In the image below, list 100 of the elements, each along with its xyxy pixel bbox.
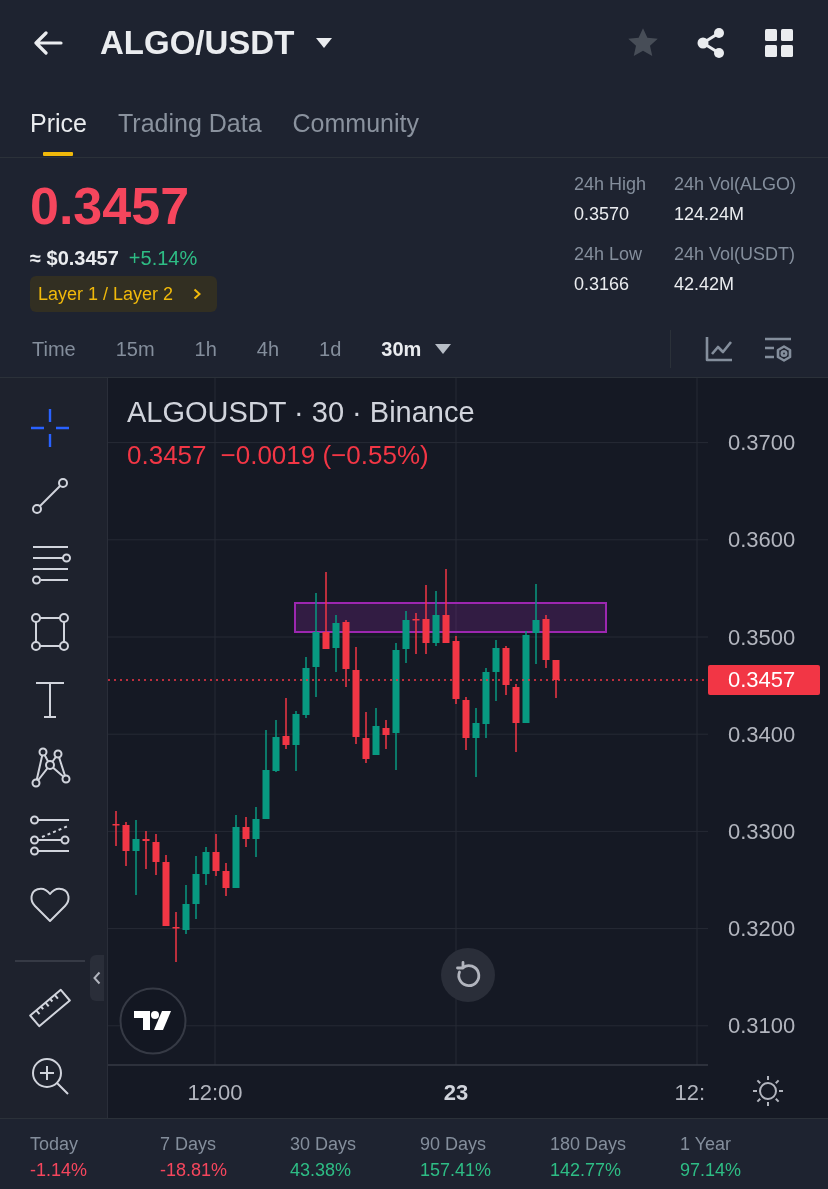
change-value: -18.81% — [160, 1159, 228, 1182]
interval-tab[interactable]: 4h — [256, 336, 280, 362]
candlestick — [302, 656, 310, 719]
stat-value: 42.42M — [674, 273, 735, 296]
price-change: +5.14% — [128, 246, 198, 271]
caret-down-icon[interactable] — [316, 37, 333, 48]
chevron-right-icon — [193, 288, 202, 300]
stat-value: 0.3570 — [574, 203, 630, 226]
candlestick — [432, 590, 440, 647]
change-value: -1.14% — [30, 1159, 88, 1182]
candlestick — [422, 584, 430, 655]
change-value: 43.38% — [290, 1159, 352, 1182]
price-axis-label: 0.3500 — [728, 624, 796, 650]
period-label: 7 Days — [160, 1133, 217, 1156]
caret-down-icon[interactable] — [435, 344, 452, 354]
legend-change: −0.0019 (−0.55%) — [220, 439, 429, 472]
tab[interactable]: Trading Data — [117, 109, 262, 156]
tab[interactable]: Community — [292, 109, 419, 156]
candlestick — [492, 639, 500, 702]
category-tag[interactable]: Layer 1 / Layer 2 — [30, 276, 218, 312]
candlestick — [452, 635, 460, 705]
chart-settings-icon[interactable] — [764, 336, 792, 362]
price-axis-label: 0.3600 — [728, 527, 796, 553]
candlestick — [252, 806, 260, 858]
last-price: 0.3457 — [30, 178, 190, 234]
candlestick — [282, 697, 290, 750]
stat-label: 24h High — [574, 173, 647, 196]
symbol-title: ALGOUSDT · 30 · Binance — [127, 395, 475, 430]
pair-title[interactable]: ALGO/USDT — [100, 23, 295, 62]
candlestick — [122, 821, 130, 867]
rotate-icon — [454, 961, 482, 989]
last-price-label: 0.3457 — [708, 665, 820, 695]
change-value: 142.77% — [550, 1159, 622, 1182]
candlestick — [382, 719, 390, 750]
time-axis-label: 12:00 — [187, 1079, 243, 1105]
crosshair-icon[interactable] — [28, 406, 72, 450]
interval-tab[interactable]: Time — [32, 336, 76, 362]
stat-label: 24h Vol(ALGO) — [674, 173, 797, 196]
candlestick — [372, 707, 380, 756]
price-axis-label: 0.3100 — [728, 1013, 796, 1039]
period-label: 90 Days — [420, 1133, 487, 1156]
candlestick — [152, 833, 160, 876]
change-value: 97.14% — [680, 1159, 742, 1182]
chevron-left-icon — [93, 971, 101, 985]
candlestick — [202, 846, 210, 886]
price-axis-label: 0.3300 — [728, 818, 796, 844]
projection-lines-icon[interactable] — [28, 814, 72, 858]
price-axis-label: 0.3200 — [728, 916, 796, 942]
candlestick — [462, 696, 470, 751]
candlestick — [172, 911, 180, 963]
candlestick — [182, 884, 190, 935]
candlestick — [212, 833, 220, 877]
period-label: 1 Year — [680, 1133, 732, 1156]
collapse-handle[interactable] — [90, 955, 104, 1001]
candlestick — [542, 614, 550, 669]
stat-label: 24h Low — [574, 243, 643, 266]
rectangle-icon[interactable] — [28, 610, 72, 654]
change-value: 157.41% — [420, 1159, 492, 1182]
price-axis-label: 0.3400 — [728, 721, 796, 747]
back-icon[interactable] — [33, 30, 63, 55]
logo-icon[interactable] — [119, 987, 187, 1055]
candlestick — [402, 610, 410, 664]
fiat-price: ≈ $0.3457 — [30, 246, 119, 271]
interval-tab[interactable]: 1h — [194, 336, 217, 362]
stat-value: 124.24M — [674, 203, 745, 226]
interval-tab[interactable]: 15m — [115, 336, 155, 362]
candlestick — [242, 816, 250, 848]
candlestick — [412, 612, 420, 655]
candlestick — [192, 855, 200, 920]
tab[interactable]: Price — [30, 109, 87, 156]
share-icon[interactable] — [697, 27, 725, 58]
candlestick — [222, 862, 230, 897]
candlestick — [552, 659, 560, 699]
candlestick — [362, 711, 370, 764]
candlestick — [142, 830, 150, 870]
price-axis-label: 0.3700 — [728, 430, 796, 456]
period-label: Today — [30, 1133, 79, 1156]
sun-icon[interactable] — [752, 1075, 784, 1107]
candlestick — [512, 683, 520, 753]
candlestick — [502, 645, 510, 696]
candlestick — [272, 719, 280, 773]
line-chart-icon[interactable] — [705, 336, 733, 362]
time-axis-label: 23 — [443, 1079, 469, 1105]
candlestick — [332, 614, 340, 673]
period-label: 180 Days — [550, 1133, 627, 1156]
legend-price: 0.3457 — [127, 439, 207, 472]
stat-value: 0.3166 — [574, 273, 630, 296]
ruler-icon[interactable] — [28, 986, 72, 1030]
candlestick — [472, 707, 480, 778]
interval-tab[interactable]: 1d — [319, 336, 342, 362]
period-label: 30 Days — [290, 1133, 357, 1156]
grid-icon[interactable] — [765, 28, 793, 57]
zone-rectangle[interactable] — [294, 602, 607, 633]
time-axis-label: 12: — [674, 1079, 705, 1105]
candlestick — [112, 810, 120, 847]
star-icon[interactable] — [628, 28, 658, 57]
interval-tab[interactable]: 30m — [381, 336, 452, 362]
candlestick — [292, 710, 300, 772]
candlestick — [342, 619, 350, 688]
stat-label: 24h Vol(USDT) — [674, 243, 796, 266]
